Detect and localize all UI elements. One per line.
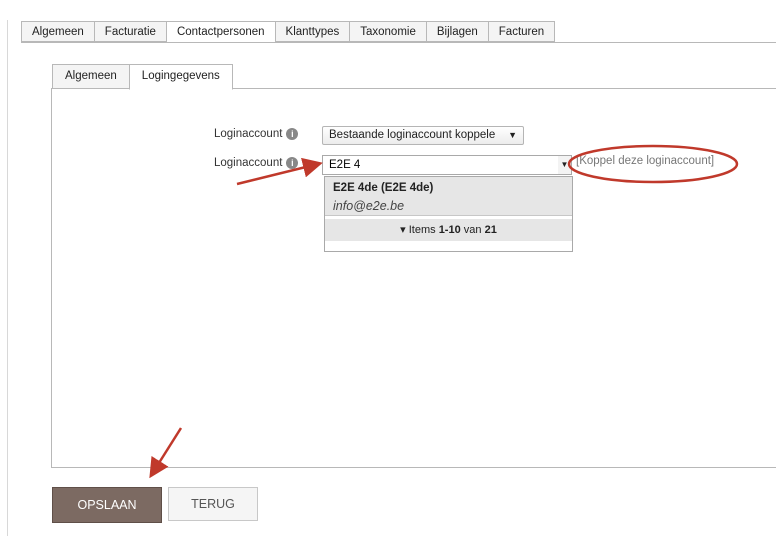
tab-algemeen[interactable]: Algemeen (21, 21, 94, 42)
dropdown-option[interactable]: E2E 4de (E2E 4de) info@e2e.be (325, 177, 572, 216)
loginaccount-label-1: Loginaccount i (214, 128, 299, 140)
tab-divider (21, 42, 776, 43)
combobox-dropdown: E2E 4de (E2E 4de) info@e2e.be ▾ Items 1-… (324, 176, 573, 252)
dropdown-paging[interactable]: ▾ Items 1-10 van 21 (325, 219, 572, 241)
tab-taxonomie[interactable]: Taxonomie (349, 21, 426, 42)
tab-klanttypes[interactable]: Klanttypes (274, 21, 350, 42)
loginaccount-label-2: Loginaccount i (214, 157, 299, 169)
tab-facturatie[interactable]: Facturatie (93, 21, 166, 42)
inner-tab-bar: Algemeen Logingegevens (52, 64, 233, 90)
caret-down-icon: ▾ (400, 224, 409, 236)
info-icon[interactable]: i (286, 128, 299, 140)
inner-panel (51, 88, 776, 468)
koppel-loginaccount-link[interactable]: [Koppel deze loginaccount] (576, 155, 714, 167)
tab-facturen[interactable]: Facturen (487, 21, 556, 42)
tab-contactpersonen[interactable]: Contactpersonen (165, 21, 275, 43)
subtab-algemeen[interactable]: Algemeen (52, 64, 129, 89)
outer-tab-bar: Algemeen Facturatie Contactpersonen Klan… (21, 21, 556, 43)
back-button[interactable]: TERUG (168, 487, 258, 521)
tab-bijlagen[interactable]: Bijlagen (425, 21, 488, 42)
loginaccount-combobox-input[interactable] (322, 155, 560, 175)
loginaccount-mode-select[interactable]: Bestaande loginaccount koppele ▼ (322, 126, 524, 145)
info-icon[interactable]: i (286, 157, 299, 169)
save-button[interactable]: OPSLAAN (52, 487, 162, 523)
combobox-toggle-button[interactable]: ▼ (558, 155, 572, 175)
subtab-logingegevens[interactable]: Logingegevens (128, 64, 233, 90)
frame-border (7, 20, 8, 536)
chevron-down-icon: ▼ (508, 130, 517, 140)
